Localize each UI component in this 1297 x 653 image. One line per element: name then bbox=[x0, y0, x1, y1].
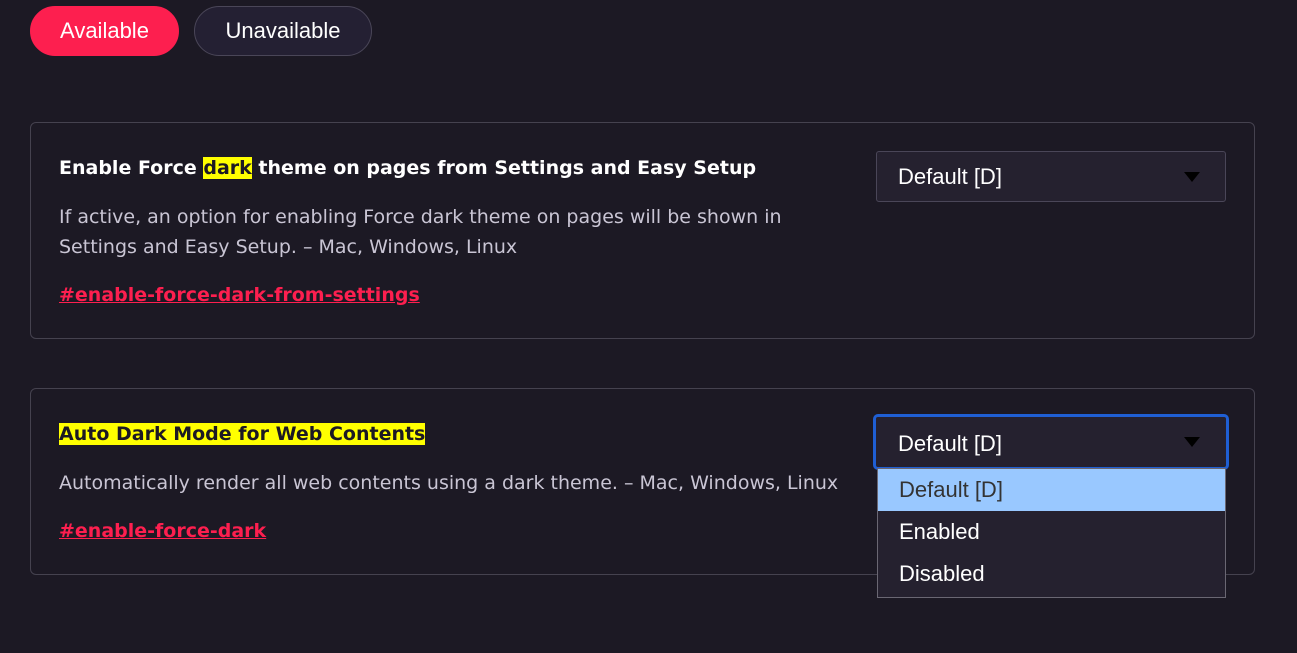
option-default[interactable]: Default [D] bbox=[878, 469, 1225, 511]
tab-available[interactable]: Available bbox=[30, 6, 179, 56]
tab-unavailable[interactable]: Unavailable bbox=[194, 6, 372, 56]
triangle-down-icon bbox=[1184, 437, 1200, 447]
experiment-permalink[interactable]: #enable-force-dark-from-settings bbox=[59, 283, 420, 307]
triangle-down-icon bbox=[1184, 172, 1200, 182]
select-value: Default [D] bbox=[898, 164, 1002, 189]
experiment-title: Auto Dark Mode for Web Contents bbox=[59, 422, 426, 446]
title-suffix: Mode for Web Contents bbox=[166, 423, 426, 445]
experiment-description: If active, an option for enabling Force … bbox=[59, 206, 782, 258]
search-match-highlight: Auto Dark Mode for Web Contents bbox=[59, 423, 426, 445]
title-highlight: Dark bbox=[115, 423, 167, 445]
experiment-state-select-open[interactable]: Default [D] bbox=[873, 414, 1229, 470]
select-dropdown-list: Default [D] Enabled Disabled bbox=[877, 468, 1226, 598]
title-suffix: theme on pages from Settings and Easy Se… bbox=[251, 157, 757, 179]
title-prefix: Enable Force bbox=[59, 157, 204, 179]
experiment-state-select[interactable]: Default [D] bbox=[876, 151, 1226, 202]
experiment-description: Automatically render all web contents us… bbox=[59, 472, 839, 494]
experiment-permalink[interactable]: #enable-force-dark bbox=[59, 519, 266, 543]
option-disabled[interactable]: Disabled bbox=[878, 553, 1225, 595]
flags-page: Available Unavailable Enable Force dark … bbox=[0, 0, 1297, 653]
search-match-highlight: dark bbox=[203, 157, 252, 179]
select-value: Default [D] bbox=[898, 431, 1002, 456]
experiment-title: Enable Force dark theme on pages from Se… bbox=[59, 156, 756, 180]
title-prefix: Auto bbox=[59, 423, 116, 445]
option-enabled[interactable]: Enabled bbox=[878, 511, 1225, 553]
